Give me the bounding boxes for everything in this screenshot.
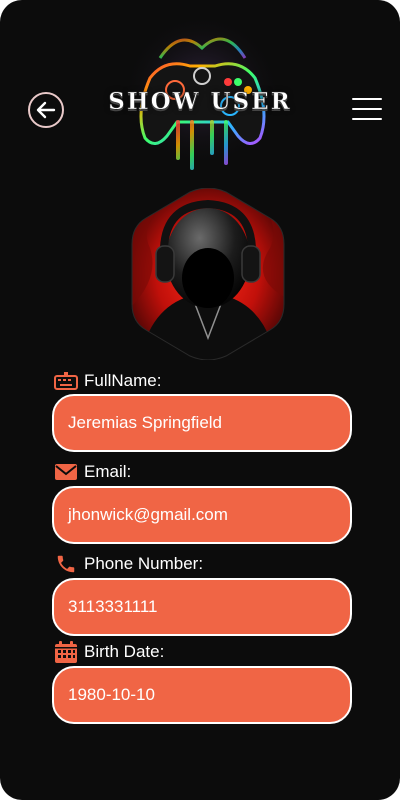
arrow-left-icon bbox=[36, 101, 56, 119]
phone-field[interactable]: 3113331111 bbox=[52, 578, 352, 636]
page-title: SHOW USER bbox=[108, 88, 292, 116]
envelope-icon bbox=[54, 460, 78, 484]
back-button[interactable] bbox=[28, 92, 64, 128]
fullname-field[interactable]: Jeremias Springfield bbox=[52, 394, 352, 452]
menu-button[interactable] bbox=[352, 98, 382, 122]
menu-line bbox=[352, 98, 382, 100]
phone-label: Phone Number: bbox=[54, 552, 203, 576]
fullname-label-text: FullName: bbox=[84, 371, 162, 390]
email-label-text: Email: bbox=[84, 462, 132, 481]
calendar-icon bbox=[54, 640, 78, 664]
email-label: Email: bbox=[54, 460, 131, 484]
birthdate-label: Birth Date: bbox=[54, 640, 164, 664]
keyboard-icon bbox=[54, 369, 78, 393]
phone-label-text: Phone Number: bbox=[84, 554, 204, 573]
email-field[interactable]: jhonwick@gmail.com bbox=[52, 486, 352, 544]
phone-icon bbox=[54, 552, 78, 576]
menu-line bbox=[352, 108, 382, 110]
app-screen: SHOW USER FullName: Jeremias Springfield… bbox=[0, 0, 400, 800]
birthdate-field[interactable]: 1980-10-10 bbox=[52, 666, 352, 724]
birthdate-label-text: Birth Date: bbox=[84, 642, 165, 661]
user-avatar bbox=[131, 188, 285, 360]
fullname-label: FullName: bbox=[54, 369, 161, 393]
menu-line bbox=[352, 118, 382, 120]
